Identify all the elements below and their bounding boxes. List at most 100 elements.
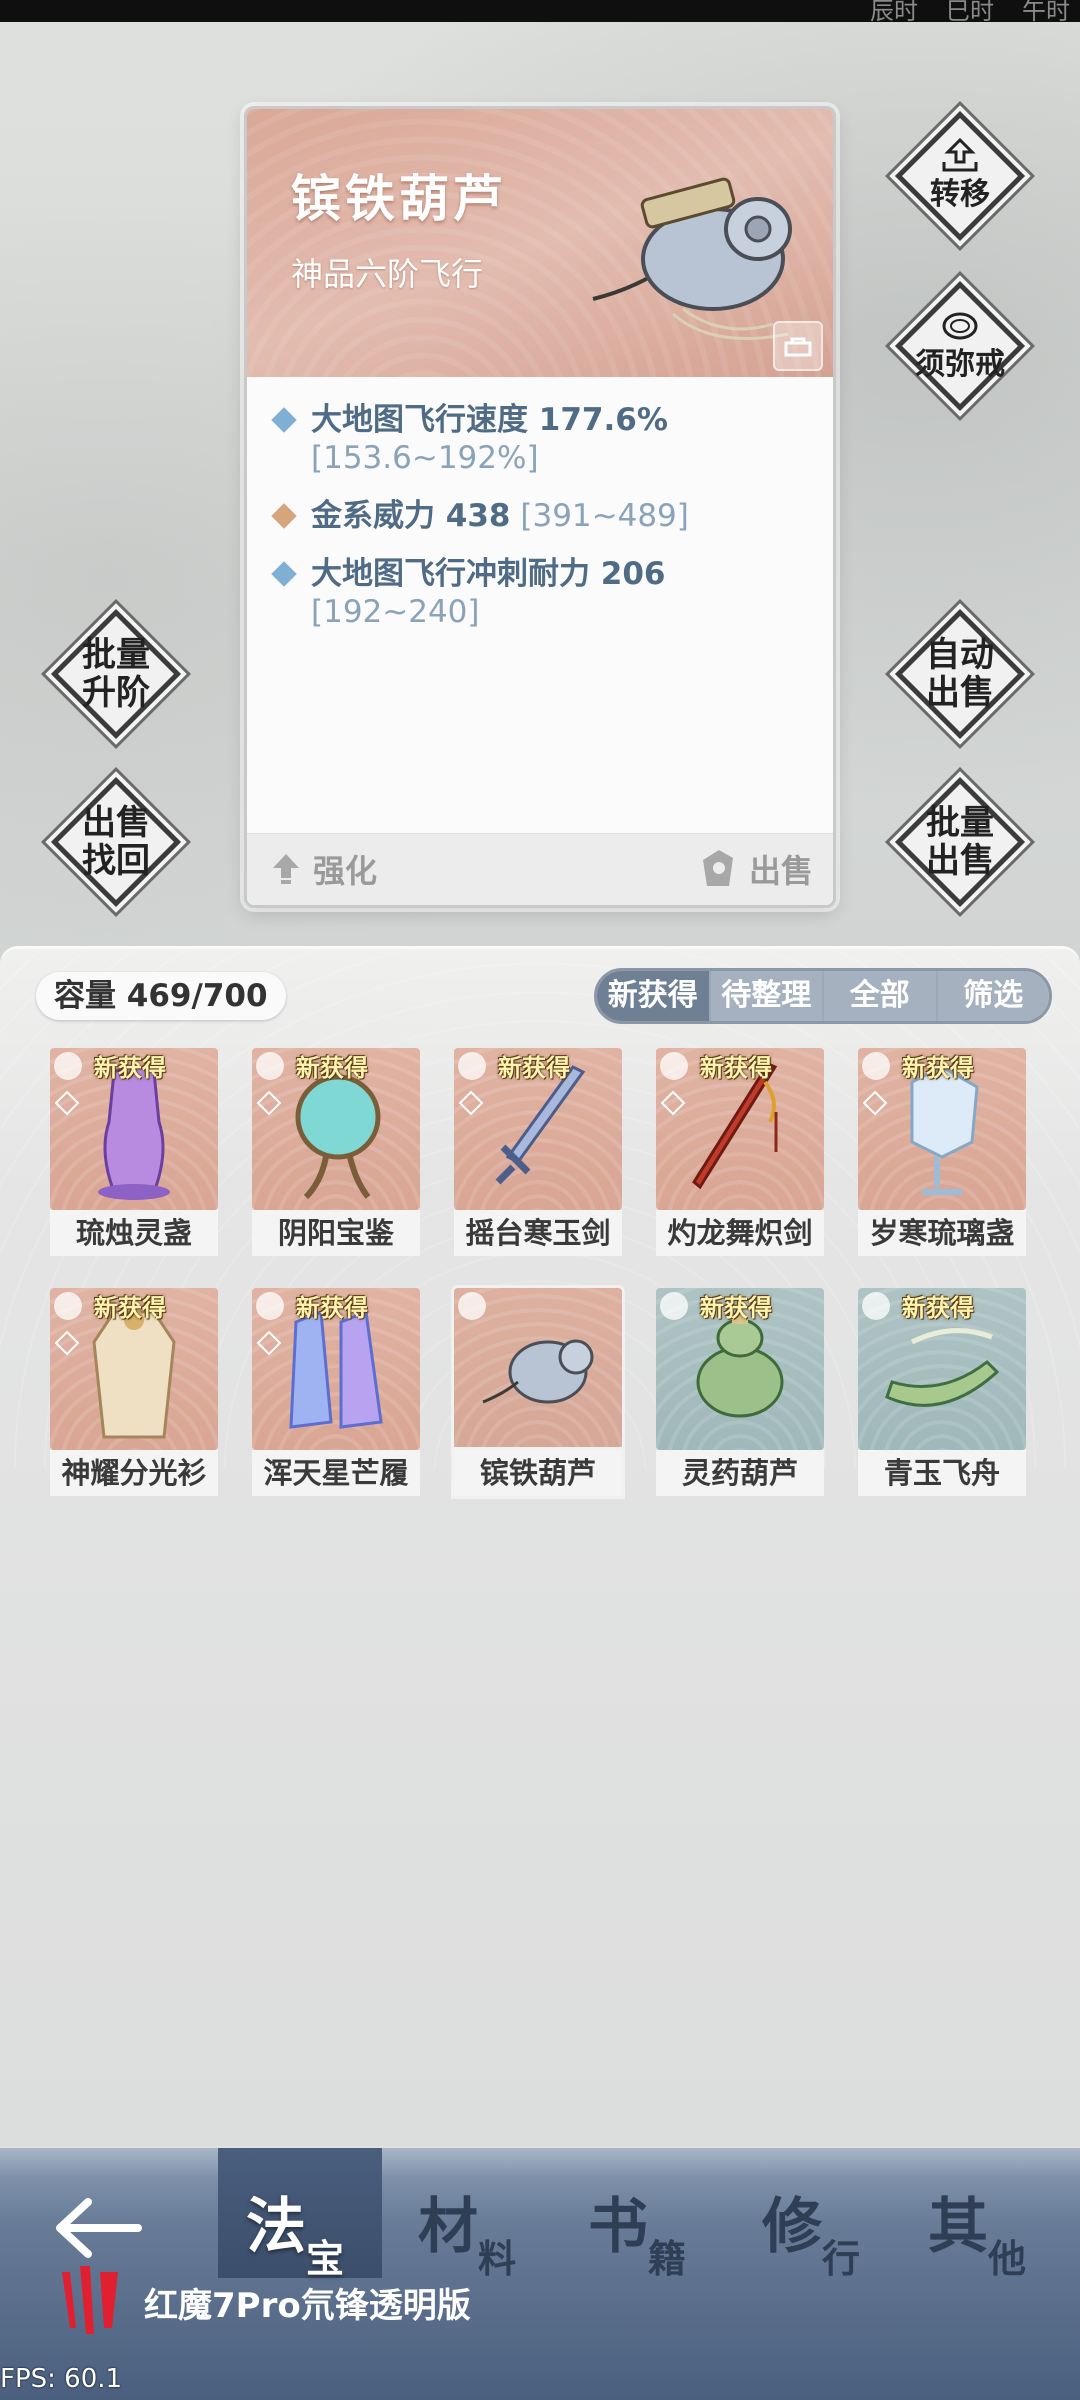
tab-other[interactable]: 其 他 bbox=[900, 2148, 1064, 2281]
batch-upgrade-text: 批量 升阶 bbox=[50, 608, 182, 740]
tab-cultivation[interactable]: 修 行 bbox=[734, 2148, 898, 2281]
stat-row: 大地图飞行速度 177.6% [153.6~192%] bbox=[271, 401, 813, 477]
game-clock: 辰时 巳时 午时 bbox=[870, 0, 1080, 22]
tab-small-char: 籍 bbox=[648, 2237, 687, 2281]
new-tag: 新获得 bbox=[902, 1054, 974, 1082]
fps-counter: FPS: 60.1 bbox=[0, 2364, 123, 2394]
new-tag: 新获得 bbox=[94, 1054, 166, 1082]
transfer-button-content: 转移 bbox=[894, 110, 1026, 242]
stat-value: 金系威力 438 bbox=[311, 498, 511, 534]
auto-sell-line2: 出售 bbox=[926, 673, 994, 713]
inventory-item-selected[interactable]: 镔铁葫芦 bbox=[454, 1288, 622, 1498]
auto-sell-button[interactable]: 自动 出售 bbox=[894, 608, 1026, 740]
batch-upgrade-line1: 批量 bbox=[82, 635, 150, 675]
batch-upgrade-button[interactable]: 批量 升阶 bbox=[50, 608, 182, 740]
ring-icon bbox=[942, 312, 978, 340]
batch-sell-button[interactable]: 批量 出售 bbox=[894, 776, 1026, 908]
batch-sell-line2: 出售 bbox=[926, 841, 994, 881]
sumeru-ring-button-content: 须弥戒 bbox=[894, 280, 1026, 412]
fire-sword-icon bbox=[692, 1062, 778, 1190]
red-magic-logo bbox=[62, 2266, 118, 2334]
new-tag: 新获得 bbox=[94, 1294, 166, 1322]
auto-sell-text: 自动 出售 bbox=[894, 608, 1026, 740]
item-stats: 大地图飞行速度 177.6% [153.6~192%] 金系威力 438 [39… bbox=[271, 401, 813, 651]
tab-to-organize[interactable]: 待整理 bbox=[710, 971, 824, 1021]
element-icon bbox=[54, 1330, 80, 1356]
stat-value: 大地图飞行冲刺耐力 206 bbox=[311, 556, 666, 592]
inventory-item[interactable]: 新获得 阴阳宝鉴 bbox=[252, 1048, 420, 1258]
sumeru-ring-button[interactable]: 须弥戒 bbox=[894, 280, 1026, 412]
inventory-item[interactable]: 新获得 浑天星芒履 bbox=[252, 1288, 420, 1498]
tab-small-char: 宝 bbox=[306, 2237, 345, 2281]
inventory-item[interactable]: 新获得 琉烛灵盏 bbox=[50, 1048, 218, 1258]
sell-recover-text: 出售 找回 bbox=[50, 776, 182, 908]
lamp-type-icon bbox=[54, 1052, 82, 1080]
tab-small-char: 料 bbox=[478, 2237, 517, 2281]
inventory-item[interactable]: 新获得 灵药葫芦 bbox=[656, 1288, 824, 1498]
device-label: 红魔7Pro氘锋透明版 bbox=[144, 2286, 471, 2326]
sell-button[interactable]: 出售 bbox=[699, 846, 813, 892]
inventory-item[interactable]: 新获得 摇台寒玉剑 bbox=[454, 1048, 622, 1258]
tab-big-char: 书 bbox=[588, 2192, 648, 2262]
item-grade: 神品六阶飞行 bbox=[291, 255, 484, 293]
element-icon bbox=[256, 1090, 282, 1116]
batch-upgrade-line2: 升阶 bbox=[82, 673, 150, 713]
sell-label: 出售 bbox=[748, 852, 813, 890]
element-icon bbox=[862, 1090, 888, 1116]
clock-label: 辰时 bbox=[870, 0, 918, 22]
diamond-bullet-icon bbox=[271, 561, 297, 587]
new-tag: 新获得 bbox=[902, 1294, 974, 1322]
tab-big-char: 修 bbox=[762, 2192, 822, 2262]
new-tag: 新获得 bbox=[498, 1054, 570, 1082]
new-tag: 新获得 bbox=[296, 1054, 368, 1082]
lock-icon bbox=[784, 337, 812, 357]
sword-icon bbox=[495, 1065, 586, 1185]
element-icon bbox=[660, 1090, 686, 1116]
inventory-item[interactable]: 新获得 神耀分光衫 bbox=[50, 1288, 218, 1498]
mirror-type-icon bbox=[256, 1052, 284, 1080]
boots-icon bbox=[289, 1309, 383, 1429]
tab-filter[interactable]: 筛选 bbox=[937, 971, 1049, 1021]
element-icon bbox=[54, 1090, 80, 1116]
capacity-badge: 容量 469/700 bbox=[36, 972, 286, 1020]
tab-new[interactable]: 新获得 bbox=[597, 971, 711, 1021]
item-name: 青玉飞舟 bbox=[858, 1450, 1026, 1496]
diamond-bullet-icon bbox=[271, 407, 297, 433]
transfer-button[interactable]: 转移 bbox=[894, 110, 1026, 242]
item-name: 灵药葫芦 bbox=[656, 1450, 824, 1496]
stat-value: 大地图飞行速度 177.6% bbox=[311, 402, 668, 438]
mirror-icon bbox=[295, 1074, 381, 1200]
tab-books[interactable]: 书 籍 bbox=[560, 2148, 724, 2281]
item-name: 琉烛灵盏 bbox=[50, 1210, 218, 1256]
item-name: 岁寒琉璃盏 bbox=[858, 1210, 1026, 1256]
back-arrow-icon[interactable] bbox=[54, 2198, 144, 2258]
sell-recover-line2: 找回 bbox=[82, 841, 150, 881]
upgrade-arrow-icon bbox=[273, 854, 299, 884]
tab-big-char: 其 bbox=[928, 2192, 988, 2262]
sword-type-icon bbox=[660, 1052, 688, 1080]
inventory-filter-tabs: 新获得 待整理 全部 筛选 bbox=[594, 968, 1052, 1024]
inventory-item[interactable]: 新获得 岁寒琉璃盏 bbox=[858, 1048, 1026, 1258]
sell-recover-button[interactable]: 出售 找回 bbox=[50, 776, 182, 908]
inventory-item[interactable]: 新获得 青玉飞舟 bbox=[858, 1288, 1026, 1498]
tab-treasure[interactable]: 法 宝 bbox=[218, 2148, 382, 2281]
item-name: 神耀分光衫 bbox=[50, 1450, 218, 1496]
tab-all[interactable]: 全部 bbox=[824, 971, 938, 1021]
new-tag: 新获得 bbox=[296, 1294, 368, 1322]
ice-lamp-icon bbox=[910, 1065, 979, 1195]
sword-type-icon bbox=[458, 1052, 486, 1080]
item-card-actions: 强化 出售 bbox=[247, 833, 833, 905]
enhance-button[interactable]: 强化 bbox=[271, 846, 377, 892]
item-name: 摇台寒玉剑 bbox=[454, 1210, 622, 1256]
inventory-item[interactable]: 新获得 灼龙舞炽剑 bbox=[656, 1048, 824, 1258]
transfer-label: 转移 bbox=[930, 177, 990, 212]
tab-big-char: 法 bbox=[246, 2192, 306, 2262]
item-name: 浑天星芒履 bbox=[252, 1450, 420, 1496]
sumeru-ring-label: 须弥戒 bbox=[915, 347, 1005, 382]
stat-row: 金系威力 438 [391~489] bbox=[271, 497, 813, 535]
jade-boat-icon bbox=[885, 1328, 1000, 1407]
lock-button[interactable] bbox=[773, 321, 823, 371]
batch-sell-text: 批量 出售 bbox=[894, 776, 1026, 908]
tab-materials[interactable]: 材 料 bbox=[390, 2148, 554, 2281]
diamond-bullet-icon bbox=[271, 503, 297, 529]
